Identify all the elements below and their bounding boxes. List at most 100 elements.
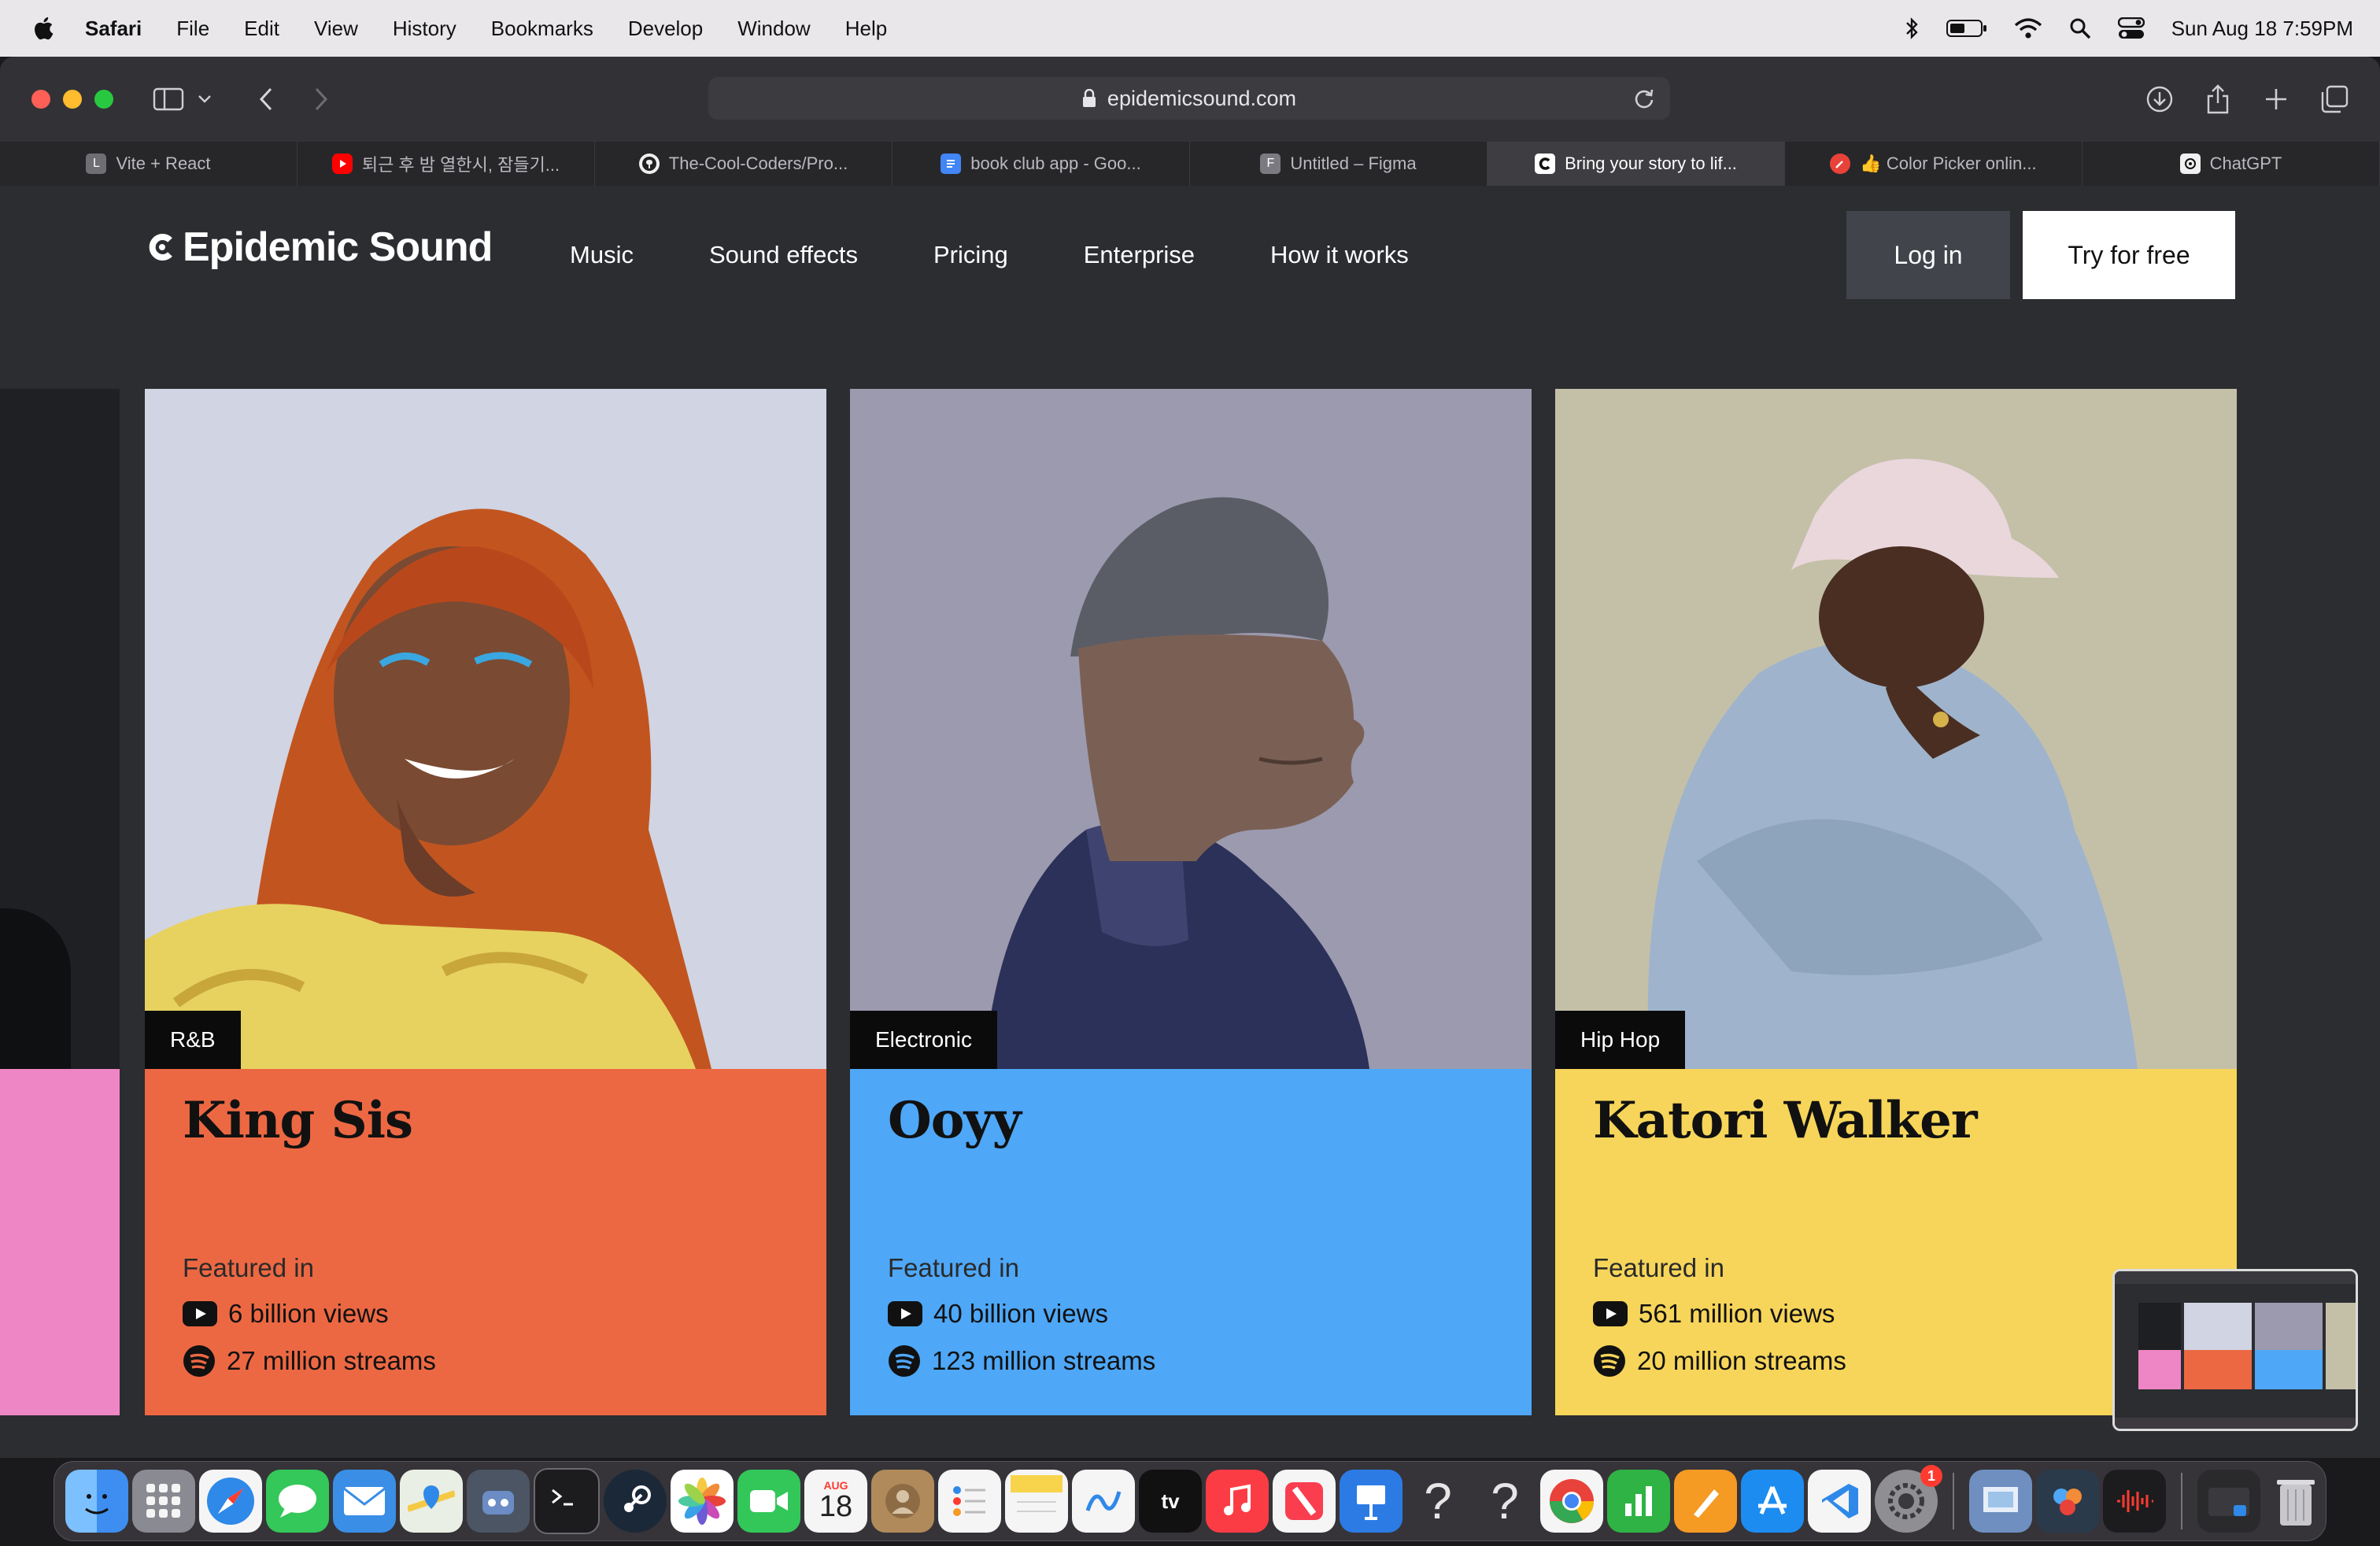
- artist-name: Ooyy: [888, 1091, 1022, 1150]
- appletv-icon[interactable]: tv: [1139, 1470, 1202, 1533]
- menu-window[interactable]: Window: [737, 17, 810, 41]
- back-icon[interactable]: [249, 82, 283, 117]
- preview-icon[interactable]: [1969, 1470, 2032, 1533]
- menu-file[interactable]: File: [176, 17, 209, 41]
- safari-icon[interactable]: [199, 1470, 262, 1533]
- artist-card-king-sis[interactable]: R&B King Sis Featured in 6 billion views…: [145, 389, 826, 1415]
- url-text[interactable]: epidemicsound.com: [1107, 87, 1296, 111]
- battery-icon[interactable]: [1946, 18, 1987, 39]
- menu-bookmarks[interactable]: Bookmarks: [491, 17, 593, 41]
- screenshot-thumbnail[interactable]: [2112, 1269, 2358, 1431]
- nav-music[interactable]: Music: [570, 241, 634, 269]
- unknown-app-icon-2[interactable]: ?: [1473, 1470, 1536, 1533]
- artist-name: King Sis: [183, 1091, 413, 1150]
- chrome-icon[interactable]: [1540, 1470, 1603, 1533]
- discord-bot-icon[interactable]: [467, 1470, 530, 1533]
- keynote-icon[interactable]: [1340, 1470, 1402, 1533]
- news-icon[interactable]: [1273, 1470, 1336, 1533]
- reminders-icon[interactable]: [938, 1470, 1001, 1533]
- tab-color-picker[interactable]: 👍 Color Picker onlin...: [1785, 142, 2082, 186]
- notification-badge: 1: [1920, 1465, 1942, 1487]
- nav-enterprise[interactable]: Enterprise: [1084, 241, 1195, 269]
- share-icon[interactable]: [2201, 82, 2235, 117]
- tab-chatgpt[interactable]: ChatGPT: [2082, 142, 2380, 186]
- minimize-window-button[interactable]: [63, 90, 82, 109]
- menu-help[interactable]: Help: [845, 17, 887, 41]
- facetime-icon[interactable]: [737, 1470, 800, 1533]
- nav-pricing[interactable]: Pricing: [933, 241, 1008, 269]
- tab-vite-react[interactable]: L Vite + React: [0, 142, 298, 186]
- tab-epidemic-sound[interactable]: Bring your story to lif...: [1488, 142, 1785, 186]
- epidemic-logo-icon: [149, 234, 172, 261]
- bluetooth-icon[interactable]: [1904, 17, 1920, 40]
- spotlight-search-icon[interactable]: [2069, 17, 2091, 39]
- tab-youtube[interactable]: 퇴근 후 밤 열한시, 잠들기...: [298, 142, 595, 186]
- steam-icon[interactable]: [604, 1470, 667, 1533]
- login-button[interactable]: Log in: [1846, 211, 2010, 299]
- menu-app-safari[interactable]: Safari: [85, 17, 142, 41]
- terminal-icon[interactable]: [534, 1468, 600, 1534]
- launchpad-icon[interactable]: [132, 1470, 195, 1533]
- youtube-icon: [1593, 1301, 1628, 1326]
- menu-history[interactable]: History: [393, 17, 456, 41]
- streams-text: 20 million streams: [1637, 1346, 1846, 1375]
- artist-card-partial[interactable]: [0, 389, 120, 1415]
- lock-icon: [1082, 89, 1096, 107]
- davinci-icon[interactable]: [2036, 1470, 2099, 1533]
- spotify-stat: 27 million streams: [183, 1344, 436, 1378]
- numbers-icon[interactable]: [1607, 1470, 1670, 1533]
- contacts-icon[interactable]: [871, 1470, 934, 1533]
- fullscreen-window-button[interactable]: [94, 90, 113, 109]
- sidebar-toggle-icon[interactable]: [151, 82, 186, 117]
- forward-icon[interactable]: [304, 82, 338, 117]
- epidemic-icon: [1535, 153, 1556, 174]
- messages-icon[interactable]: [266, 1470, 329, 1533]
- menu-clock[interactable]: Sun Aug 18 7:59PM: [2171, 17, 2353, 41]
- address-bar[interactable]: epidemicsound.com: [708, 77, 1670, 120]
- downloads-icon[interactable]: [2142, 82, 2177, 117]
- youtube-icon: [331, 153, 353, 174]
- artist-card-ooyy[interactable]: Electronic Ooyy Featured in 40 billion v…: [850, 389, 1532, 1415]
- nav-sound-effects[interactable]: Sound effects: [709, 241, 858, 269]
- downloads-folder-icon[interactable]: [2197, 1470, 2260, 1533]
- browser-toolbar: epidemicsound.com: [0, 57, 2380, 142]
- tab-figma[interactable]: F Untitled – Figma: [1190, 142, 1488, 186]
- wifi-icon[interactable]: [2014, 17, 2042, 39]
- finder-icon[interactable]: [65, 1470, 128, 1533]
- try-for-free-button[interactable]: Try for free: [2023, 211, 2235, 299]
- mail-icon[interactable]: [333, 1470, 396, 1533]
- nav-how-it-works[interactable]: How it works: [1270, 241, 1409, 269]
- new-tab-icon[interactable]: [2259, 82, 2293, 117]
- tab-github[interactable]: The-Cool-Coders/Pro...: [595, 142, 893, 186]
- tab-google-docs[interactable]: book club app - Goo...: [893, 142, 1190, 186]
- vscode-icon[interactable]: [1808, 1470, 1871, 1533]
- trash-icon[interactable]: [2264, 1470, 2327, 1533]
- photos-icon[interactable]: [671, 1470, 734, 1533]
- unknown-app-icon[interactable]: ?: [1406, 1470, 1469, 1533]
- menu-edit[interactable]: Edit: [244, 17, 279, 41]
- artist-card-katori-walker[interactable]: Hip Hop Katori Walker Featured in 561 mi…: [1555, 389, 2237, 1415]
- artist-photo: [0, 389, 120, 1069]
- maps-icon[interactable]: [400, 1470, 463, 1533]
- reload-icon[interactable]: [1629, 83, 1659, 113]
- menu-view[interactable]: View: [314, 17, 358, 41]
- system-settings-icon[interactable]: 1: [1875, 1465, 1942, 1533]
- epidemic-logo[interactable]: Epidemic Sound: [145, 224, 493, 271]
- notes-icon[interactable]: [1005, 1470, 1068, 1533]
- pages-icon[interactable]: [1674, 1470, 1737, 1533]
- tab-label: 퇴근 후 밤 열한시, 잠들기...: [361, 155, 560, 175]
- menu-develop[interactable]: Develop: [628, 17, 703, 41]
- control-center-icon[interactable]: [2117, 17, 2145, 39]
- appstore-icon[interactable]: [1741, 1470, 1804, 1533]
- apple-icon[interactable]: [31, 15, 58, 42]
- calendar-day: 18: [819, 1490, 853, 1523]
- tab-overview-icon[interactable]: [2317, 82, 2352, 117]
- github-icon: [638, 153, 660, 174]
- youtube-icon: [888, 1301, 922, 1326]
- chevron-down-icon[interactable]: [195, 82, 214, 117]
- calendar-icon[interactable]: AUG 18: [804, 1470, 867, 1533]
- music-icon[interactable]: [1206, 1470, 1269, 1533]
- voice-memos-icon[interactable]: [2103, 1470, 2166, 1533]
- freeform-icon[interactable]: [1072, 1470, 1135, 1533]
- close-window-button[interactable]: [31, 90, 50, 109]
